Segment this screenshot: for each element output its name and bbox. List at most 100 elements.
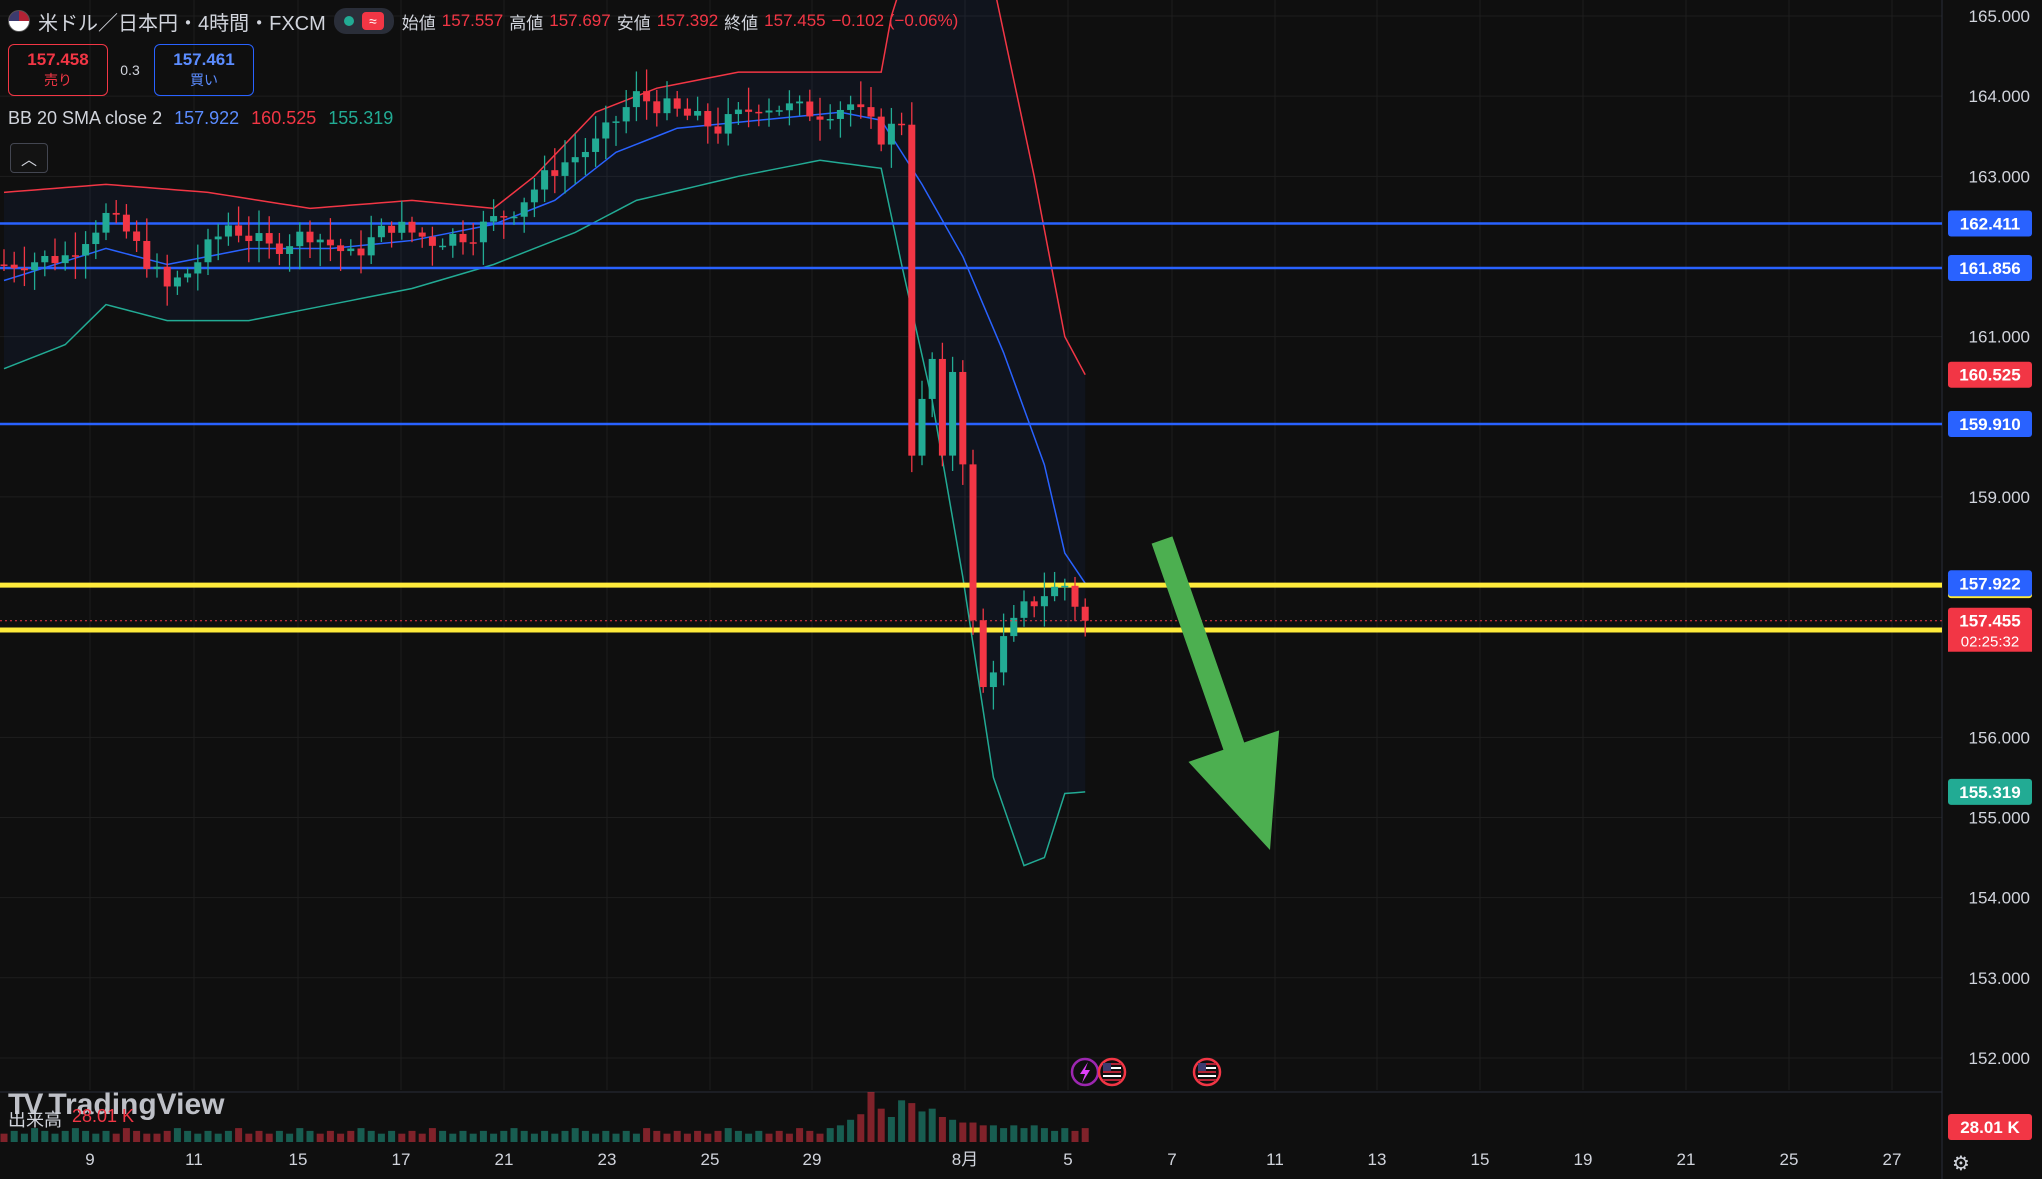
volume-bar [1020, 1128, 1028, 1142]
bb-legend[interactable]: BB 20 SMA close 2 157.922 160.525 155.31… [8, 108, 393, 129]
candle-body [286, 246, 294, 254]
volume-bar [398, 1133, 406, 1142]
candle-body [245, 235, 253, 242]
candle-body [41, 255, 49, 263]
candle-body [1030, 601, 1038, 607]
volume-bar [857, 1114, 865, 1142]
volume-bar [1051, 1130, 1059, 1142]
hline-price-label-text: 161.856 [1959, 259, 2020, 278]
spread-value: 0.3 [120, 62, 140, 78]
volume-bar [989, 1125, 997, 1142]
close-label: 終値 [724, 13, 759, 33]
sell-price: 157.458 [27, 50, 89, 69]
volume-bar [1071, 1130, 1079, 1142]
market-open-icon [343, 16, 354, 26]
flag-stripe [1103, 1075, 1121, 1077]
volume-bar [541, 1130, 549, 1142]
flag-canton [1103, 1063, 1111, 1071]
candle-body [653, 101, 661, 114]
volume-bar [255, 1130, 263, 1142]
indicator-price-label-text: 157.455 [1959, 612, 2020, 631]
volume-axis-text: 28.01 K [1960, 1118, 2020, 1137]
candle-body [306, 231, 314, 243]
time-tick-label: 11 [1266, 1150, 1284, 1169]
volume-bar [510, 1128, 518, 1142]
candle-body [184, 273, 192, 278]
volume-bar [224, 1130, 232, 1142]
market-status[interactable]: ≈ [333, 8, 394, 34]
volume-bar [908, 1103, 916, 1142]
symbol-title[interactable]: 米ドル／日本円・4時間・FXCM [38, 7, 326, 36]
time-settings-icon[interactable]: ⚙ [1949, 1151, 1973, 1175]
volume-bar [622, 1130, 630, 1142]
time-tick-label: 17 [392, 1150, 411, 1169]
us-flag-icon [8, 10, 30, 32]
candle-body [510, 216, 518, 219]
volume-bar [449, 1133, 457, 1142]
candle-body [337, 245, 345, 252]
candle-body [71, 255, 79, 257]
candle-body [0, 264, 8, 266]
volume-legend[interactable]: 出来高 28.01 K [8, 1106, 134, 1132]
time-tick-label: 21 [495, 1150, 514, 1169]
chevron-up-icon: ︿ [20, 152, 37, 169]
volume-bar [204, 1130, 212, 1142]
indicator-price-label-text: 157.922 [1959, 574, 2020, 593]
price-tick-label: 161.000 [1969, 328, 2030, 347]
us-flag-event-icon [1192, 1057, 1222, 1087]
candle-body [449, 233, 457, 246]
price-chart[interactable]: 165.000 164.000 163.000 161.000 159.000 156.0… [0, 0, 2042, 1179]
sell-button[interactable]: 157.458 売り [8, 44, 108, 96]
candle-body [439, 245, 447, 248]
indicator-price-label: 155.319 [1948, 778, 2032, 805]
volume-bar [551, 1133, 559, 1142]
volume-bar [1030, 1125, 1038, 1142]
volume-bar [847, 1119, 855, 1142]
candle-body [296, 231, 304, 247]
volume-bar [1061, 1128, 1069, 1142]
candle-body [673, 98, 681, 109]
candle-body [908, 124, 916, 456]
open-value: 157.557 [441, 11, 504, 30]
volume-bar [887, 1117, 895, 1142]
candle-body [785, 103, 793, 111]
volume-bar [724, 1128, 732, 1142]
price-tick-label: 156.000 [1969, 728, 2030, 747]
buy-button[interactable]: 157.461 買い [154, 44, 254, 96]
indicator-price-label-text: 160.525 [1959, 366, 2020, 385]
flag-stripe [1103, 1071, 1121, 1073]
bb-lower-value: 155.319 [328, 108, 394, 128]
candle-body [898, 123, 906, 126]
candle-body [214, 236, 222, 240]
volume-bar [439, 1130, 447, 1142]
candle-body [959, 371, 967, 465]
candle-body [1000, 636, 1008, 673]
candle-body [428, 236, 436, 246]
volume-bar [1040, 1128, 1048, 1142]
volume-bar [826, 1128, 834, 1142]
volume-bar [265, 1133, 273, 1142]
volume-label: 出来高 [8, 1110, 62, 1130]
price-axis: 165.000 164.000 163.000 161.000 159.000 156.0… [1969, 7, 2030, 1068]
time-tick-label: 5 [1063, 1150, 1072, 1169]
volume-bar [214, 1133, 222, 1142]
volume-bar [1081, 1128, 1089, 1142]
volume-bar [61, 1130, 69, 1142]
time-tick-label: 13 [1368, 1150, 1387, 1169]
volume-bar [133, 1130, 141, 1142]
volume-bar [41, 1130, 49, 1142]
volume-bar [296, 1128, 304, 1142]
candle-body [632, 91, 640, 108]
candle-body [949, 371, 957, 456]
volume-bar [520, 1130, 528, 1142]
candle-body [224, 225, 232, 237]
candle-body [163, 266, 171, 287]
volume-bar [102, 1130, 110, 1142]
collapse-legend-button[interactable]: ︿ [10, 143, 48, 173]
us-flag-event-icon [1097, 1057, 1127, 1087]
volume-bar [306, 1130, 314, 1142]
candle-body [1071, 585, 1079, 607]
flag-stripe [1198, 1071, 1216, 1073]
volume-bar [153, 1133, 161, 1142]
volume-bar [643, 1128, 651, 1142]
